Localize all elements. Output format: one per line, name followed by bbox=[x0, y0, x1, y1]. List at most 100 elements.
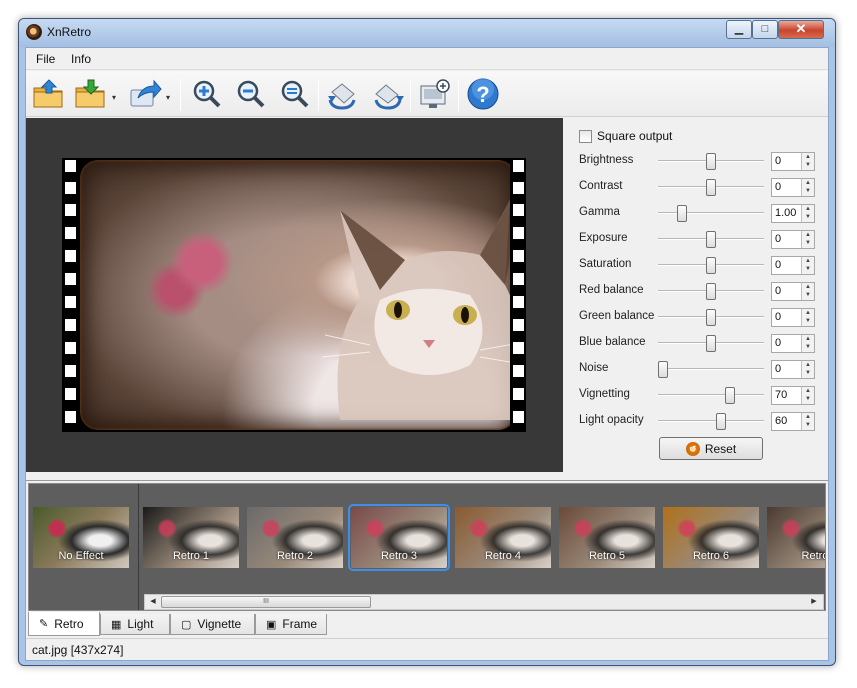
spin-up-button[interactable]: ▲ bbox=[802, 283, 814, 291]
rotate-left-button[interactable] bbox=[324, 75, 362, 113]
status-text: cat.jpg [437x274] bbox=[32, 643, 124, 657]
spin-down-button[interactable]: ▼ bbox=[802, 265, 814, 273]
maximize-button[interactable]: □ bbox=[752, 20, 778, 39]
param-value[interactable]: 0 bbox=[775, 363, 781, 375]
param-spinbox[interactable]: 0 ▲ ▼ bbox=[771, 152, 815, 171]
tab-retro[interactable]: ✎ Retro bbox=[28, 612, 100, 636]
save-dropdown-arrow[interactable]: ▾ bbox=[112, 93, 116, 102]
param-slider-thumb[interactable] bbox=[658, 361, 668, 378]
spin-up-button[interactable]: ▲ bbox=[802, 257, 814, 265]
param-slider-thumb[interactable] bbox=[706, 335, 716, 352]
save-button[interactable] bbox=[72, 75, 110, 113]
preset-item[interactable]: Retro 1 bbox=[143, 507, 239, 568]
menu-file[interactable]: File bbox=[36, 52, 55, 66]
param-value[interactable]: 70 bbox=[775, 389, 787, 401]
param-spinbox[interactable]: 0 ▲ ▼ bbox=[771, 308, 815, 327]
spin-up-button[interactable]: ▲ bbox=[802, 231, 814, 239]
share-dropdown-arrow[interactable]: ▾ bbox=[166, 93, 170, 102]
spin-buttons: ▲ ▼ bbox=[801, 361, 814, 378]
minimize-button[interactable]: ▁ bbox=[726, 20, 752, 39]
preset-item[interactable]: Retro 2 bbox=[247, 507, 343, 568]
zoom-in-button[interactable] bbox=[188, 75, 226, 113]
param-value[interactable]: 60 bbox=[775, 415, 787, 427]
preset-item[interactable]: Retro 6 bbox=[663, 507, 759, 568]
param-slider-thumb[interactable] bbox=[706, 231, 716, 248]
spin-up-button[interactable]: ▲ bbox=[802, 205, 814, 213]
tab-light[interactable]: ▦ Light bbox=[100, 614, 170, 635]
spin-down-button[interactable]: ▼ bbox=[802, 187, 814, 195]
param-slider-thumb[interactable] bbox=[706, 257, 716, 274]
preset-item[interactable]: Retro bbox=[767, 507, 825, 568]
open-button[interactable] bbox=[30, 75, 68, 113]
param-spinbox[interactable]: 0 ▲ ▼ bbox=[771, 360, 815, 379]
param-value[interactable]: 1.00 bbox=[775, 207, 796, 219]
param-value[interactable]: 0 bbox=[775, 285, 781, 297]
menu-info[interactable]: Info bbox=[71, 52, 91, 66]
param-value[interactable]: 0 bbox=[775, 233, 781, 245]
param-slider-thumb[interactable] bbox=[716, 413, 726, 430]
param-slider-thumb[interactable] bbox=[706, 309, 716, 326]
param-slider-thumb[interactable] bbox=[706, 179, 716, 196]
preset-item[interactable]: Retro 4 bbox=[455, 507, 551, 568]
rotate-right-button[interactable] bbox=[368, 75, 406, 113]
spin-up-button[interactable]: ▲ bbox=[802, 387, 814, 395]
spin-up-button[interactable]: ▲ bbox=[802, 153, 814, 161]
spin-down-button[interactable]: ▼ bbox=[802, 317, 814, 325]
param-value[interactable]: 0 bbox=[775, 259, 781, 271]
spin-up-button[interactable]: ▲ bbox=[802, 335, 814, 343]
square-output-option[interactable]: Square output bbox=[579, 129, 672, 143]
wallpaper-button[interactable] bbox=[416, 75, 454, 113]
share-button[interactable] bbox=[126, 75, 164, 113]
reset-button[interactable]: ↺ Reset bbox=[659, 437, 763, 460]
spin-down-button[interactable]: ▼ bbox=[802, 343, 814, 351]
spin-down-button[interactable]: ▼ bbox=[802, 395, 814, 403]
param-spinbox[interactable]: 0 ▲ ▼ bbox=[771, 256, 815, 275]
preset-no-effect[interactable]: No Effect bbox=[33, 507, 129, 568]
spin-up-button[interactable]: ▲ bbox=[802, 179, 814, 187]
scroll-thumb[interactable]: III bbox=[161, 596, 371, 608]
zoom-fit-button[interactable] bbox=[276, 75, 314, 113]
help-button[interactable]: ? bbox=[464, 75, 502, 113]
param-slider-track[interactable] bbox=[658, 394, 764, 396]
param-slider-thumb[interactable] bbox=[677, 205, 687, 222]
spin-up-button[interactable]: ▲ bbox=[802, 309, 814, 317]
param-spinbox[interactable]: 0 ▲ ▼ bbox=[771, 178, 815, 197]
tab-frame[interactable]: ▣ Frame bbox=[255, 614, 327, 635]
spin-up-button[interactable]: ▲ bbox=[802, 413, 814, 421]
title-bar[interactable]: XnRetro ▁ □ ✕ bbox=[19, 19, 835, 47]
spin-down-button[interactable]: ▼ bbox=[802, 291, 814, 299]
param-slider-track[interactable] bbox=[658, 212, 764, 214]
tab-vignette[interactable]: ▢ Vignette bbox=[170, 614, 255, 635]
param-spinbox[interactable]: 70 ▲ ▼ bbox=[771, 386, 815, 405]
param-slider-track[interactable] bbox=[658, 420, 764, 422]
spin-down-button[interactable]: ▼ bbox=[802, 421, 814, 429]
spin-down-button[interactable]: ▼ bbox=[802, 239, 814, 247]
spin-down-button[interactable]: ▼ bbox=[802, 213, 814, 221]
zoom-out-button[interactable] bbox=[232, 75, 270, 113]
param-spinbox[interactable]: 1.00 ▲ ▼ bbox=[771, 204, 815, 223]
param-slider-thumb[interactable] bbox=[706, 283, 716, 300]
close-button[interactable]: ✕ bbox=[778, 20, 824, 39]
param-spinbox[interactable]: 0 ▲ ▼ bbox=[771, 230, 815, 249]
param-value[interactable]: 0 bbox=[775, 311, 781, 323]
param-value[interactable]: 0 bbox=[775, 181, 781, 193]
param-value[interactable]: 0 bbox=[775, 155, 781, 167]
preset-label: Retro 5 bbox=[588, 550, 626, 562]
spin-down-button[interactable]: ▼ bbox=[802, 161, 814, 169]
param-slider-track[interactable] bbox=[658, 368, 764, 370]
param-value[interactable]: 0 bbox=[775, 337, 781, 349]
scroll-left-arrow[interactable]: ◀ bbox=[146, 596, 160, 608]
square-output-checkbox[interactable] bbox=[579, 129, 592, 143]
scroll-right-arrow[interactable]: ▶ bbox=[807, 596, 821, 608]
param-spinbox[interactable]: 0 ▲ ▼ bbox=[771, 334, 815, 353]
preset-item[interactable]: Retro 5 bbox=[559, 507, 655, 568]
preset-item[interactable]: Retro 3 bbox=[348, 504, 450, 571]
spin-down-button[interactable]: ▼ bbox=[802, 369, 814, 377]
spin-up-button[interactable]: ▲ bbox=[802, 361, 814, 369]
param-slider-thumb[interactable] bbox=[706, 153, 716, 170]
param-spinbox[interactable]: 0 ▲ ▼ bbox=[771, 282, 815, 301]
preset-scrollbar[interactable]: ◀ III ▶ bbox=[144, 594, 824, 610]
image-preview[interactable] bbox=[26, 118, 563, 472]
param-slider-thumb[interactable] bbox=[725, 387, 735, 404]
param-spinbox[interactable]: 60 ▲ ▼ bbox=[771, 412, 815, 431]
